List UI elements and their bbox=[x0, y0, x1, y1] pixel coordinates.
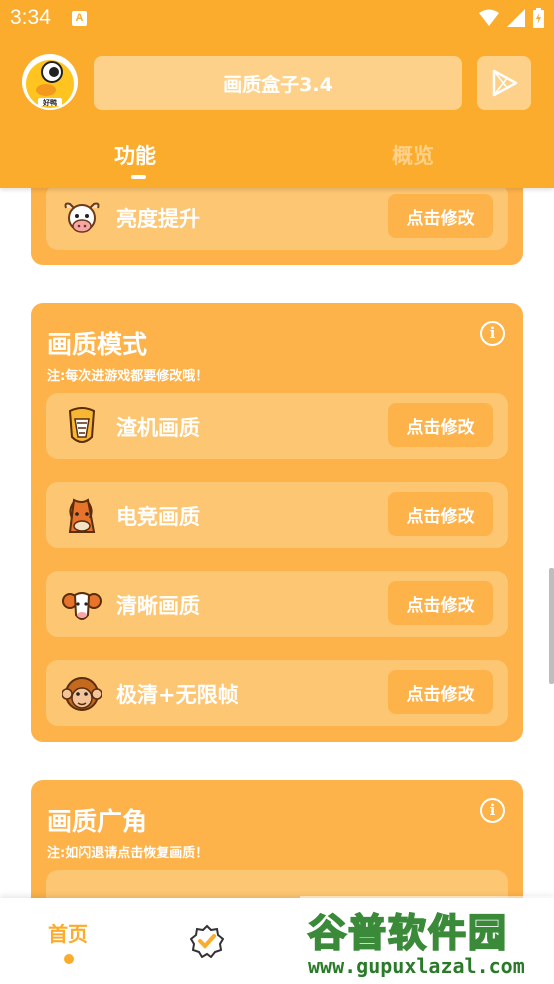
svg-text:好鸭: 好鸭 bbox=[42, 98, 57, 107]
card-title: 画质模式 bbox=[47, 330, 148, 359]
nav-active-dot bbox=[64, 954, 74, 964]
row-label: 极清+无限帧 bbox=[116, 683, 239, 707]
list-item: 渣机画质 点击修改 bbox=[46, 393, 508, 459]
duck-mascot-icon: 好鸭 bbox=[26, 60, 74, 108]
nav-home[interactable]: 首页 bbox=[48, 918, 88, 947]
app-title: 画质盒子3.4 bbox=[223, 73, 333, 96]
play-icon bbox=[492, 69, 518, 97]
info-icon[interactable]: i bbox=[480, 798, 505, 823]
cow-icon bbox=[64, 202, 100, 233]
card-title: 画质广角 bbox=[47, 807, 148, 836]
list-item: 清晰画质 点击修改 bbox=[46, 571, 508, 637]
modify-button[interactable]: 点击修改 bbox=[388, 194, 493, 238]
modify-button[interactable]: 点击修改 bbox=[388, 581, 493, 625]
row-label: 渣机画质 bbox=[116, 416, 200, 440]
app-header: 3:34 A 好鸭 画质盒子3.4 功能 概览 bbox=[0, 0, 554, 188]
watermark-url: www.gupuxlazal.com bbox=[308, 954, 525, 978]
row-label: 清晰画质 bbox=[116, 594, 200, 618]
verified-badge-icon[interactable] bbox=[190, 924, 224, 958]
app-title-box[interactable]: 画质盒子3.4 bbox=[94, 56, 462, 110]
ram-icon bbox=[62, 592, 102, 620]
cobra-icon bbox=[68, 407, 96, 443]
scrollbar[interactable] bbox=[549, 568, 554, 684]
row-label: 电竞画质 bbox=[116, 505, 200, 529]
card-note: 注:每次进游戏都要修改哦！ bbox=[47, 369, 209, 384]
modify-button[interactable]: 点击修改 bbox=[388, 670, 493, 714]
horse-icon bbox=[68, 498, 96, 533]
info-icon[interactable]: i bbox=[480, 321, 505, 346]
list-item: 亮度提升 点击修改 bbox=[46, 184, 508, 250]
modify-button[interactable]: 点击修改 bbox=[388, 403, 493, 447]
tab-functions[interactable]: 功能 bbox=[114, 140, 156, 170]
list-item: 电竞画质 点击修改 bbox=[46, 482, 508, 548]
list-item: 极清+无限帧 点击修改 bbox=[46, 660, 508, 726]
signal-icon bbox=[507, 9, 525, 27]
card-note: 注:如闪退请点击恢复画质！ bbox=[47, 846, 209, 861]
status-bar: 3:34 A bbox=[0, 0, 554, 38]
status-time: 3:34 bbox=[10, 6, 51, 29]
wifi-icon bbox=[479, 9, 499, 26]
notification-icon: A bbox=[72, 11, 87, 26]
tab-indicator bbox=[131, 175, 146, 179]
row-label: 亮度提升 bbox=[116, 207, 200, 231]
status-icons bbox=[479, 8, 544, 28]
battery-icon bbox=[533, 8, 544, 28]
watermark-title: 谷普软件园 bbox=[307, 910, 509, 956]
play-button[interactable] bbox=[477, 56, 531, 110]
monkey-icon bbox=[62, 677, 102, 711]
avatar[interactable]: 好鸭 bbox=[22, 54, 78, 110]
watermark: 谷普软件园 www.gupuxlazal.com bbox=[300, 896, 554, 984]
tab-overview[interactable]: 概览 bbox=[392, 140, 434, 170]
modify-button[interactable]: 点击修改 bbox=[388, 492, 493, 536]
quality-mode-card: 画质模式 注:每次进游戏都要修改哦！ i 渣机画质 点击修改 电竞画质 点击修改… bbox=[31, 303, 523, 742]
